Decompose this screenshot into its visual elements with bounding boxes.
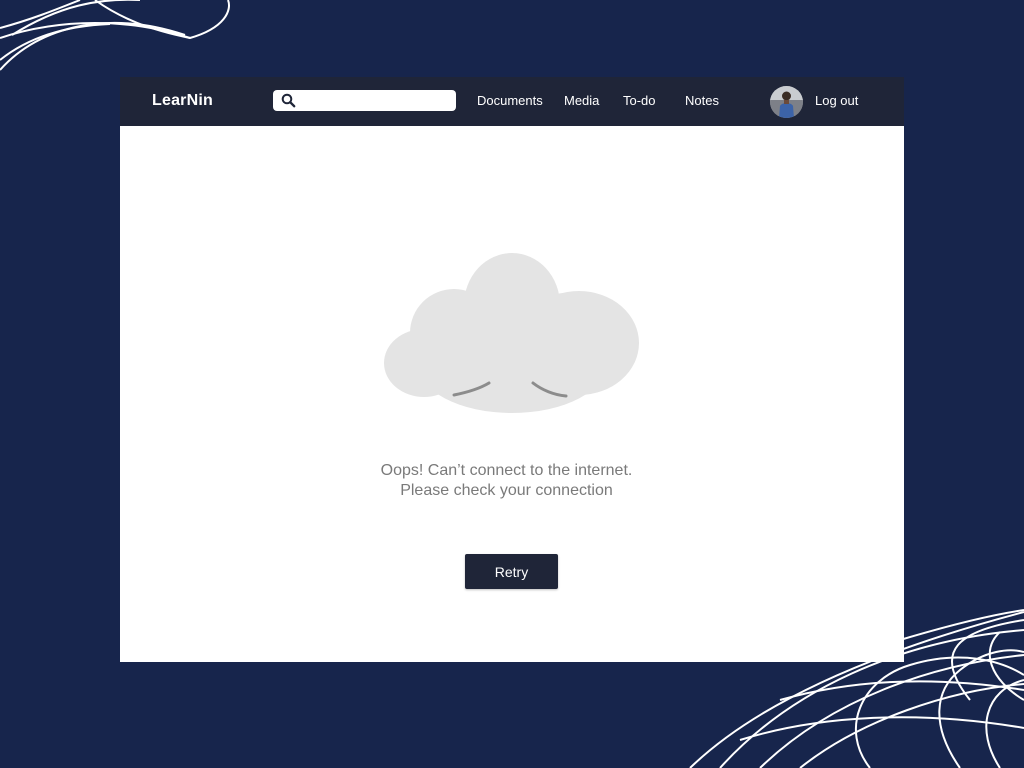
nav-documents[interactable]: Documents (477, 93, 543, 108)
brand-logo[interactable]: LearNin (152, 92, 213, 110)
search-bar[interactable] (273, 90, 456, 111)
search-icon (281, 93, 296, 108)
logout-link[interactable]: Log out (815, 93, 858, 108)
nav-notes[interactable]: Notes (685, 93, 719, 108)
nav-media[interactable]: Media (564, 93, 599, 108)
retry-button[interactable]: Retry (465, 554, 558, 589)
search-input[interactable] (301, 90, 451, 111)
avatar-photo-icon (770, 86, 803, 118)
top-navbar: LearNin Documents Media To-do Notes Log … (120, 77, 904, 126)
connection-error-message: Oops! Can’t connect to the internet. Ple… (380, 462, 633, 499)
user-avatar[interactable] (770, 86, 803, 118)
sad-cloud-icon (384, 253, 639, 413)
nav-todo[interactable]: To-do (623, 93, 656, 108)
app-window: LearNin Documents Media To-do Notes Log … (120, 77, 904, 662)
